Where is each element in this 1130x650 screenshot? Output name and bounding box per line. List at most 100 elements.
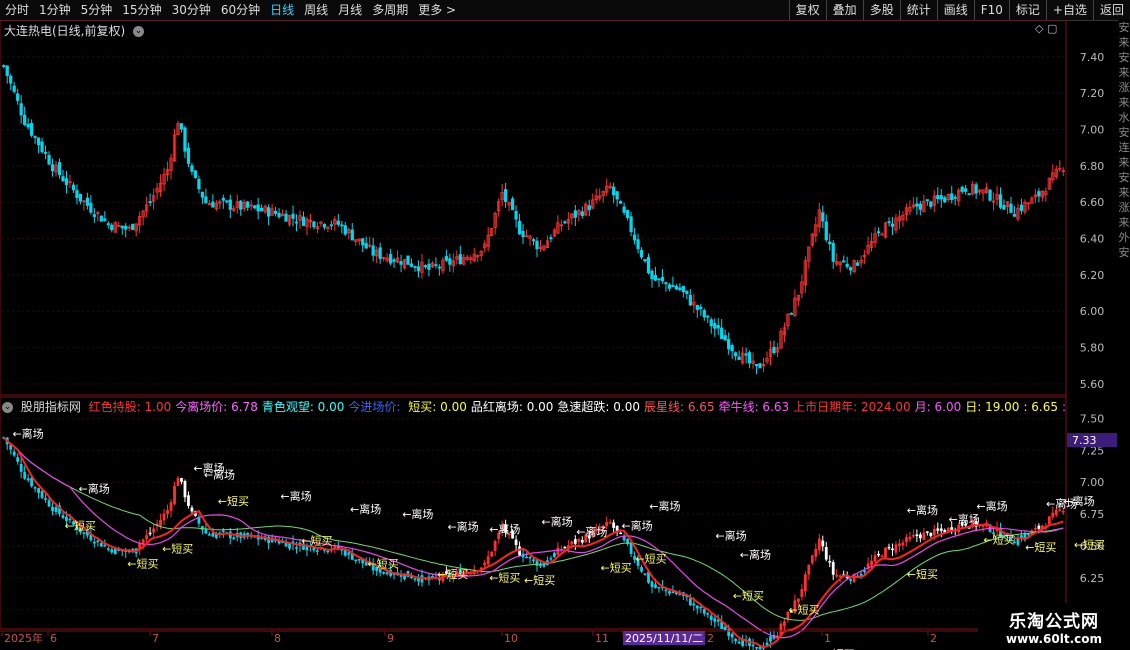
action-button-4[interactable]: 画线: [936, 0, 974, 20]
action-button-6[interactable]: 标记: [1008, 0, 1046, 20]
period-tab-4[interactable]: 30分钟: [167, 0, 216, 20]
candle-body: [322, 224, 327, 228]
ind-candle-body: [347, 552, 351, 555]
strip-char: 水: [1118, 111, 1130, 124]
candle-body: [821, 212, 825, 222]
indicator-value-11: 日: 19.00: [965, 400, 1020, 414]
ind-candle-body: [643, 573, 647, 575]
action-button-8[interactable]: 返回: [1092, 0, 1130, 20]
ind-candle-body: [577, 539, 581, 542]
signal-buy-label: ←短买: [1074, 537, 1105, 551]
period-tab-8[interactable]: 月线: [333, 0, 367, 20]
strip-char: 来: [1118, 96, 1130, 109]
ind-candle-body: [159, 519, 162, 526]
action-button-3[interactable]: 统计: [899, 0, 937, 20]
ind-candle-body: [901, 542, 905, 546]
candle-body: [1037, 191, 1041, 197]
ind-candle-body: [573, 539, 577, 544]
candle-body: [974, 184, 978, 194]
watermark-title: 乐淘公式网: [1009, 612, 1099, 632]
ind-candle-body: [82, 532, 86, 534]
candle-body: [57, 162, 62, 176]
candle-body: [1019, 204, 1024, 211]
period-tab-3[interactable]: 15分钟: [117, 0, 166, 20]
main-y-tick: 5.80: [1080, 342, 1105, 355]
signal-exit-label: ←离场: [740, 548, 771, 562]
candle-body: [699, 306, 703, 309]
ind-candle-body: [891, 548, 894, 551]
candle-body: [727, 339, 731, 350]
period-tab-6[interactable]: 日线: [265, 0, 299, 20]
ind-candle-body: [612, 522, 616, 528]
ind-candle-body: [382, 571, 386, 574]
candle-body: [646, 257, 651, 274]
ind-candle-body: [580, 539, 584, 543]
candle-body: [239, 200, 243, 210]
ind-candle-body: [835, 574, 839, 577]
signal-exit-label: ←离场: [649, 499, 680, 513]
ind-candle-body: [821, 540, 825, 547]
candle-body: [228, 199, 232, 210]
period-tab-5[interactable]: 60分钟: [216, 0, 265, 20]
ind-candle-body: [936, 528, 940, 531]
candle-body: [709, 319, 713, 327]
ind-candle-body: [898, 543, 901, 546]
candle-body: [716, 325, 720, 329]
candle-body: [563, 221, 567, 224]
ind-candle-body: [152, 528, 156, 533]
period-tab-10[interactable]: 更多 >: [413, 0, 461, 20]
ind-candle-body: [873, 555, 877, 562]
candle-body: [929, 201, 933, 207]
period-tab-1[interactable]: 1分钟: [34, 0, 76, 20]
ind-candle-body: [810, 555, 814, 564]
kline-chart[interactable]: 7.40 7.20 7.00 6.80 6.60 6.40 6.20 6.00 5.80 5.60…: [0, 20, 1118, 650]
ind-candle-body: [486, 556, 490, 565]
candle-body: [625, 210, 630, 218]
period-tab-2[interactable]: 5分钟: [76, 0, 118, 20]
action-button-2[interactable]: 多股: [862, 0, 900, 20]
ind-candle-body: [110, 549, 114, 553]
ind-y-tick: 6.25: [1080, 572, 1105, 585]
signal-buy-label: ←短买: [437, 567, 468, 581]
ind-candle-body: [870, 560, 873, 565]
ind-candle-body: [187, 495, 190, 506]
ind-candle-body: [40, 490, 44, 498]
candle-body: [89, 202, 93, 213]
candle-body: [664, 282, 668, 285]
candle-body: [890, 223, 895, 227]
candle-body: [772, 346, 776, 354]
action-button-7[interactable]: +自选: [1045, 0, 1093, 20]
action-button-5[interactable]: F10: [973, 0, 1009, 20]
ind-candle-body: [23, 472, 27, 479]
ind-candle-body: [824, 546, 828, 560]
ma-line-magenta: [3, 437, 1064, 639]
period-tab-7[interactable]: 周线: [299, 0, 333, 20]
candle-body: [685, 290, 689, 294]
ind-candle-body: [180, 477, 183, 482]
candle-body: [747, 352, 752, 364]
action-button-0[interactable]: 复权: [788, 0, 826, 20]
candle-body: [5, 65, 9, 76]
main-y-tick: 5.60: [1080, 378, 1105, 391]
strip-char: 来: [1118, 36, 1130, 49]
period-tab-0[interactable]: 分时: [0, 0, 34, 20]
period-tab-9[interactable]: 多周期: [367, 0, 413, 20]
ind-candle-body: [563, 546, 567, 549]
candle-body: [2, 65, 6, 67]
indicator-bar: ⌄ 股朋指标网 红色持股: 1.00 今离场价: 6.78 青色观望: 0.00 今进…: [0, 398, 1070, 414]
candle-body: [71, 184, 76, 191]
ind-candle-body: [61, 515, 65, 519]
ind-candle-body: [556, 547, 560, 555]
date-label: 10: [504, 632, 518, 645]
action-button-1[interactable]: 叠加: [825, 0, 863, 20]
candle-body: [190, 165, 194, 172]
candle-body: [619, 200, 623, 204]
indicator-value-0: 红色持股: 1.00: [88, 400, 172, 414]
ind-candle-body: [514, 539, 518, 546]
chevron-down-icon[interactable]: ⌄: [2, 402, 13, 413]
candle-body: [12, 85, 16, 92]
candle-body: [789, 312, 794, 315]
candle-body: [40, 141, 44, 153]
signal-buy-label: ←短买: [127, 557, 158, 571]
candle-body: [312, 221, 316, 228]
